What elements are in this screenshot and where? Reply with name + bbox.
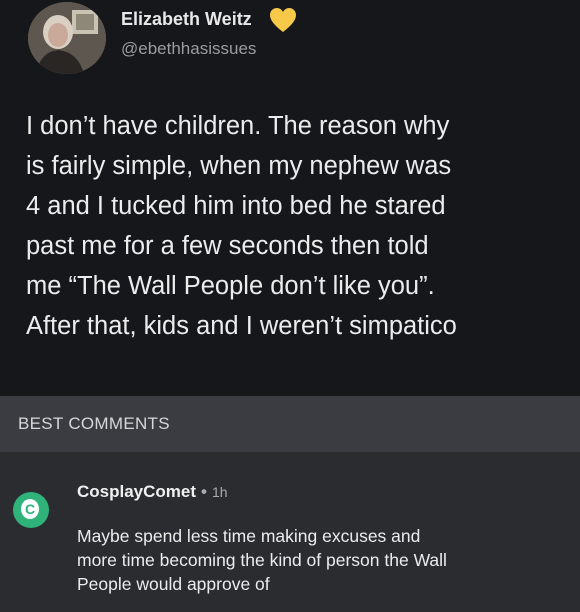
author-name[interactable]: Elizabeth Weitz <box>121 9 252 30</box>
comment-item: C CosplayComet • 1h Maybe spend less time … <box>0 452 580 612</box>
tweet-line: After that, kids and I weren’t simpatico <box>26 312 457 340</box>
commenter-avatar[interactable]: C <box>13 492 49 528</box>
comment-meta: CosplayComet • 1h <box>77 482 228 502</box>
tweet-card: Elizabeth Weitz @ebethhasissues I don’t … <box>0 0 580 396</box>
avatar-initial: C <box>21 499 39 519</box>
avatar-photo <box>28 2 106 74</box>
comment-line: more time becoming the kind of person th… <box>77 550 447 570</box>
tweet-text: I don’t have children. The reason why is… <box>26 106 571 346</box>
comment-timestamp: 1h <box>211 484 228 500</box>
comment-line: People would approve of <box>77 574 270 594</box>
meta-separator: • <box>201 482 207 501</box>
screenshot: Elizabeth Weitz @ebethhasissues I don’t … <box>0 0 580 612</box>
tweet-line: past me for a few seconds then told <box>26 232 429 260</box>
tweet-line: is fairly simple, when my nephew was <box>26 152 452 180</box>
comment-body: Maybe spend less time making excuses and… <box>77 524 572 596</box>
comment-line: Maybe spend less time making excuses and <box>77 526 421 546</box>
comments-section-title: BEST COMMENTS <box>18 414 170 433</box>
author-avatar[interactable] <box>28 2 106 74</box>
tweet-line: me “The Wall People don’t like you”. <box>26 272 435 300</box>
author-handle[interactable]: @ebethhasissues <box>121 39 256 59</box>
tweet-line: I don’t have children. The reason why <box>26 112 450 140</box>
tweet-line: 4 and I tucked him into bed he stared <box>26 192 446 220</box>
yellow-heart-icon <box>270 8 296 32</box>
comments-header: BEST COMMENTS <box>0 396 580 452</box>
commenter-username[interactable]: CosplayComet <box>77 482 196 501</box>
